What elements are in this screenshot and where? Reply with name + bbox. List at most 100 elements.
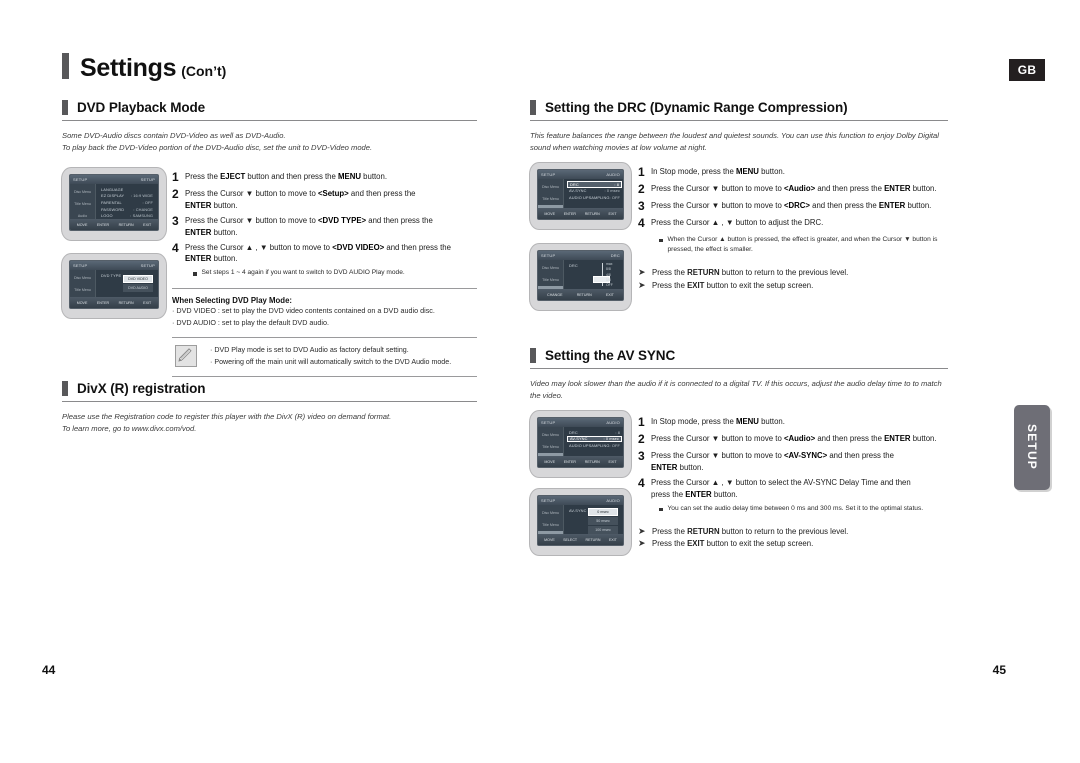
desc-line-2: sound when watching movies at low volume…: [530, 142, 707, 152]
step-text: Press the Cursor ▼ button to move to <Se…: [185, 189, 416, 210]
step-bullet: You can set the audio delay time between…: [659, 504, 938, 514]
tv-row-value: : 8: [614, 181, 619, 187]
tv-side-item: Title Menu: [74, 288, 91, 292]
step-list: 1 In Stop mode, press the MENU button. 2…: [638, 165, 948, 254]
tv-footer-hint: RETURN: [584, 211, 600, 216]
tv-titlebar: SETUP SETUP: [70, 175, 158, 184]
desc-line-2: the video.: [530, 390, 563, 400]
dvd-playback-steps: 1 Press the EJECT button and then press …: [172, 165, 477, 378]
tv-side-item: Title Menu: [542, 523, 559, 527]
note-box: · DVD Play mode is set to DVD Audio as f…: [172, 337, 477, 378]
tv-footer-hint: CHANGE: [547, 292, 563, 297]
tv-footer-hint: EXIT: [608, 537, 617, 542]
tv-row-label: EZ DISPLAY: [101, 193, 125, 199]
tv-side-item: Disc Menu: [542, 185, 559, 189]
section-accent-bar: [530, 100, 536, 115]
section-title: DivX (R) registration: [77, 381, 206, 396]
tv-screen: SETUP SETUP Disc Menu Title Menu Audio S…: [69, 174, 159, 231]
section-description: Video may look slower than the audio if …: [530, 378, 948, 402]
tv-menu-list: DRC : 8 AV-SYNC : 0 msec AUDIO UPSAMPLIN…: [564, 179, 623, 208]
tv-titlebar-right: DRC: [610, 253, 620, 258]
section-accent-bar: [530, 348, 536, 363]
step-text: Press the Cursor ▼ button to move to <AV…: [651, 451, 894, 473]
region-badge: GB: [1009, 59, 1045, 81]
tv-option-list: DVD VIDEO DVD AUDIO: [123, 275, 153, 293]
tv-titlebar: SETUP AUDIO: [538, 418, 623, 427]
bullet-text: When the Cursor ▲ button is pressed, the…: [667, 235, 938, 253]
tv-screenshot-dvd-type-select: SETUP SETUP Disc Menu Title Menu Audio S…: [62, 254, 166, 318]
tv-row-label: DRC: [569, 429, 578, 435]
tv-footer-hint: RETURN: [576, 292, 592, 297]
tv-screenshot-audio-menu-drc: SETUP AUDIO Disc Menu Title Menu Audio S…: [530, 163, 631, 229]
step-number: 1: [172, 170, 179, 184]
drc-arrow-notes: ➤ Press the RETURN button to return to t…: [638, 268, 948, 292]
tv-menu-row-selected: AV-SYNC : 0 msec: [567, 435, 622, 443]
bullet-square-icon: [659, 238, 663, 243]
arrow-note: ➤ Press the EXIT button to exit the setu…: [638, 539, 938, 550]
section-title: Setting the AV SYNC: [545, 348, 676, 363]
step-item: 4 Press the Cursor ▲ , ▼ button to move …: [172, 241, 477, 266]
tv-row-value: : 16:9 WIDE: [130, 193, 153, 199]
arrow-note: ➤ Press the EXIT button to exit the setu…: [638, 281, 948, 292]
tv-option-selected: DVD VIDEO: [123, 275, 153, 284]
tv-sidebar: Disc Menu Title Menu Audio Setup: [538, 179, 564, 217]
tv-footer-hint: RETURN: [118, 222, 134, 227]
section-description: Please use the Registration code to regi…: [62, 411, 477, 435]
tv-footer-hint: SELECT: [563, 537, 578, 542]
tv-row-label: LOGO: [101, 213, 113, 219]
step-item: 1 In Stop mode, press the MENU button.: [638, 165, 948, 180]
step-text: In Stop mode, press the MENU button.: [651, 417, 785, 426]
tv-side-item: Disc Menu: [542, 433, 559, 437]
tv-screen: SETUP SETUP Disc Menu Title Menu Audio S…: [69, 260, 159, 309]
page-number-right: 45: [992, 663, 1006, 677]
step-item: 2 Press the Cursor ▼ button to move to <…: [638, 182, 948, 197]
tv-side-item: Disc Menu: [542, 511, 559, 515]
step-text: In Stop mode, press the MENU button.: [651, 167, 785, 176]
tv-menu-row: AUDIO UPSAMPLING : OFF: [567, 194, 622, 201]
tv-screen: SETUP DRC Disc Menu Title Menu Audio Set…: [537, 250, 624, 301]
section-title: DVD Playback Mode: [77, 100, 206, 115]
tv-screenshot-av-sync-select: SETUP AUDIO Disc Menu Title Menu Audio S…: [530, 489, 631, 555]
step-text: Press the Cursor ▼ button to move to <DR…: [651, 201, 932, 211]
tv-menu-row: EZ DISPLAY : 16:9 WIDE: [99, 193, 155, 200]
step-text: Press the Cursor ▲ , ▼ button to move to…: [185, 242, 451, 264]
tv-menu-row: PARENTAL : OFF: [99, 199, 155, 206]
setup-side-tab-label: SETUP: [1025, 424, 1039, 471]
tv-footer-hint: EXIT: [143, 222, 152, 227]
pencil-note-icon: [175, 345, 197, 368]
tv-footer-hint: RETURN: [584, 459, 600, 464]
desc-line-1: Please use the Registration code to regi…: [62, 412, 392, 421]
page-title: Settings (Con’t): [62, 50, 226, 83]
step-item: 4 Press the Cursor ▲ , ▼ button to selec…: [638, 476, 938, 501]
bullet-square-icon: [193, 272, 197, 276]
desc-line-1: Video may look slower than the audio if …: [530, 379, 942, 388]
tv-body: Disc Menu Title Menu Audio Setup DRC : 8…: [538, 427, 623, 465]
tv-row-label: AV-SYNC: [570, 436, 588, 442]
tv-sidebar: Disc Menu Title Menu Audio Setup: [70, 270, 96, 304]
tv-side-item: Disc Menu: [74, 276, 91, 280]
tv-footer: MOVE SELECT RETURN EXIT: [538, 534, 623, 545]
tv-footer: MOVE ENTER RETURN EXIT: [70, 297, 158, 308]
step-text: Press the Cursor ▼ button to move to <Au…: [651, 434, 937, 444]
desc-line-2: To play back the DVD-Video portion of th…: [62, 142, 373, 152]
tv-titlebar-left: SETUP: [541, 498, 556, 503]
tv-body: Disc Menu Title Menu Audio Setup DRC : 8…: [538, 179, 623, 217]
drc-steps: 1 In Stop mode, press the MENU button. 2…: [638, 160, 948, 292]
tv-menu-list: DRC : 8 AV-SYNC : 0 msec AUDIO UPSAMPLIN…: [564, 427, 623, 456]
step-list: 1 Press the EJECT button and then press …: [172, 170, 477, 278]
step-number: 3: [172, 213, 179, 228]
step-item: 3 Press the Cursor ▼ button to move to <…: [638, 199, 948, 214]
tv-footer-hint: MOVE: [544, 459, 555, 464]
arrow-icon: ➤: [638, 539, 646, 550]
tv-row-value: : 0 msec: [603, 436, 619, 442]
tv-row-value: : CHANGE: [133, 206, 153, 212]
section-heading: Setting the DRC (Dynamic Range Compressi…: [530, 100, 948, 121]
step-text: Press the Cursor ▼ button to move to <Au…: [651, 184, 937, 194]
tv-body: Disc Menu Title Menu Audio Setup LANGUAG…: [70, 184, 158, 230]
tv-footer: MOVE ENTER RETURN EXIT: [70, 219, 158, 230]
step-item: 2 Press the Cursor ▼ button to move to <…: [638, 432, 938, 447]
arrow-note-text: Press the RETURN button to return to the…: [652, 268, 849, 278]
divider: [172, 288, 477, 290]
tv-side-item-active: Setup: [70, 308, 95, 309]
play-mode-subheading: When Selecting DVD Play Mode:: [172, 296, 293, 306]
